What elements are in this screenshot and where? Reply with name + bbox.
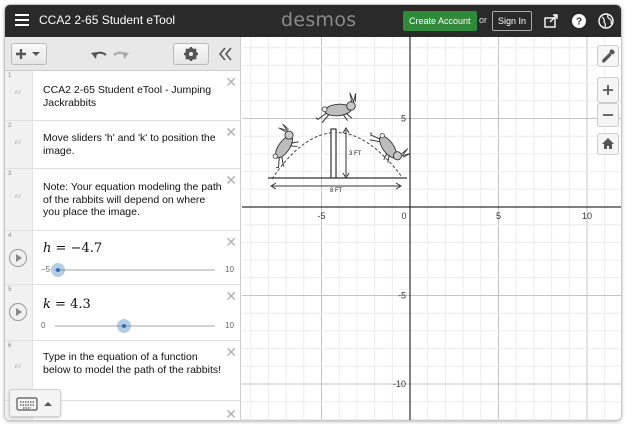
expression-number: 5 [8,287,12,293]
expression-number: 1 [8,73,12,79]
play-icon[interactable] [9,303,27,321]
expression-gutter: 2 “ [5,121,33,168]
delete-expression-icon[interactable]: ✕ [225,407,237,420]
slider-variable: k [43,297,51,312]
note-quote-icon: “ [13,191,23,212]
expression-number: 3 [8,171,12,177]
note-text[interactable]: Type in the equation of a function below… [43,351,223,376]
rabbit-sketch [369,132,411,163]
slider-min[interactable]: 0 [41,321,45,330]
y-tick-label: 5 [401,114,406,124]
expression-item[interactable]: 3 “ Note: Your equation modeling the pat… [5,169,240,231]
zoom-in-icon[interactable] [597,77,619,103]
expression-number: 6 [8,343,12,349]
delete-expression-icon[interactable]: ✕ [225,75,237,89]
create-account-button[interactable]: Create Account [403,11,477,31]
graph-title[interactable]: CCA2 2-65 Student eTool [39,13,175,27]
y-tick-label: -10 [393,379,406,389]
delete-expression-icon[interactable]: ✕ [225,125,237,139]
keyboard-icon [16,396,56,417]
equals-sign: = [55,297,66,312]
sign-in-button[interactable]: Sign In [492,11,533,31]
graph-paper[interactable]: -5 0 5 10 5 -5 -10 3 FT 8 FT [242,37,622,421]
slider-variable: h [43,241,52,256]
delete-expression-icon[interactable]: ✕ [225,289,237,303]
y-tick-label: -5 [398,291,406,301]
keyboard-toggle[interactable] [9,389,61,417]
hamburger-icon[interactable] [15,14,29,26]
expression-gutter: 4 [5,231,33,284]
expression-toolbar [5,37,240,71]
height-label: 3 FT [349,151,362,157]
x-tick-label: 5 [496,211,501,221]
expression-panel: 1 “ CCA2 2-65 Student eTool - Jumping Ja… [5,37,241,420]
slider-expression-k[interactable]: 5 k = 4.3 0 10 ✕ [5,285,240,341]
delete-expression-icon[interactable]: ✕ [225,173,237,187]
zoom-out-icon[interactable] [597,103,619,127]
double-chevron-left-icon[interactable] [217,46,235,62]
play-icon[interactable] [9,249,27,267]
share-icon[interactable] [541,11,561,31]
x-tick-label: 10 [582,211,592,221]
rabbit-sketch [272,123,299,169]
expression-gutter: 3 “ [5,169,33,230]
delete-expression-icon[interactable]: ✕ [225,235,237,249]
slider-max[interactable]: 10 [225,265,234,274]
expression-number: 2 [8,123,12,129]
post [330,128,337,179]
slider-value: −4.7 [70,241,103,256]
slider-max[interactable]: 10 [225,321,234,330]
help-icon[interactable]: ? [569,11,589,31]
desmos-logo: desmos [281,9,357,31]
x-tick-label: 0 [401,211,406,221]
expression-gutter: 5 [5,285,33,340]
graph-canvas[interactable]: -5 0 5 10 5 -5 -10 3 FT 8 FT [242,37,622,421]
svg-text:?: ? [576,17,582,28]
or-label: or [479,15,488,25]
jackrabbits-image[interactable]: 3 FT 8 FT [259,92,411,194]
slider-thumb[interactable] [51,263,66,277]
home-icon[interactable] [597,133,619,155]
x-tick-label: -5 [317,211,325,221]
top-bar: CCA2 2-65 Student eTool desmos Create Ac… [5,5,621,37]
slider-track[interactable] [55,269,215,271]
note-quote-icon: “ [13,361,23,382]
slider-equation[interactable]: h = −4.7 [43,241,102,256]
wrench-icon[interactable] [597,45,619,67]
delete-expression-icon[interactable]: ✕ [225,345,237,359]
gear-icon[interactable] [173,43,209,65]
width-label: 8 FT [330,188,343,194]
note-text[interactable]: Move sliders 'h' and 'k' to position the… [43,132,223,157]
expression-item[interactable]: 2 “ Move sliders 'h' and 'k' to position… [5,121,240,169]
note-text[interactable]: Note: Your equation modeling the path of… [43,181,223,219]
app-window: CCA2 2-65 Student eTool desmos Create Ac… [4,4,622,421]
note-text[interactable]: CCA2 2-65 Student eTool - Jumping Jackra… [43,84,223,109]
expression-number: 4 [8,233,12,239]
plus-icon[interactable] [11,43,47,65]
note-quote-icon: “ [13,137,23,158]
undo-icon[interactable] [89,47,109,63]
expression-gutter: 1 “ [5,71,33,120]
redo-icon[interactable] [111,47,131,63]
expression-item[interactable]: 1 “ CCA2 2-65 Student eTool - Jumping Ja… [5,71,240,121]
globe-icon[interactable] [596,11,616,31]
slider-expression-h[interactable]: 4 h = −4.7 −5 10 ✕ [5,231,240,285]
note-quote-icon: “ [13,87,23,108]
slider-value: 4.3 [70,297,91,312]
equals-sign: = [55,241,67,256]
slider-thumb[interactable] [116,319,131,333]
slider-min[interactable]: −5 [41,265,50,274]
slider-equation[interactable]: k = 4.3 [43,297,91,312]
slider-track[interactable] [55,325,215,327]
